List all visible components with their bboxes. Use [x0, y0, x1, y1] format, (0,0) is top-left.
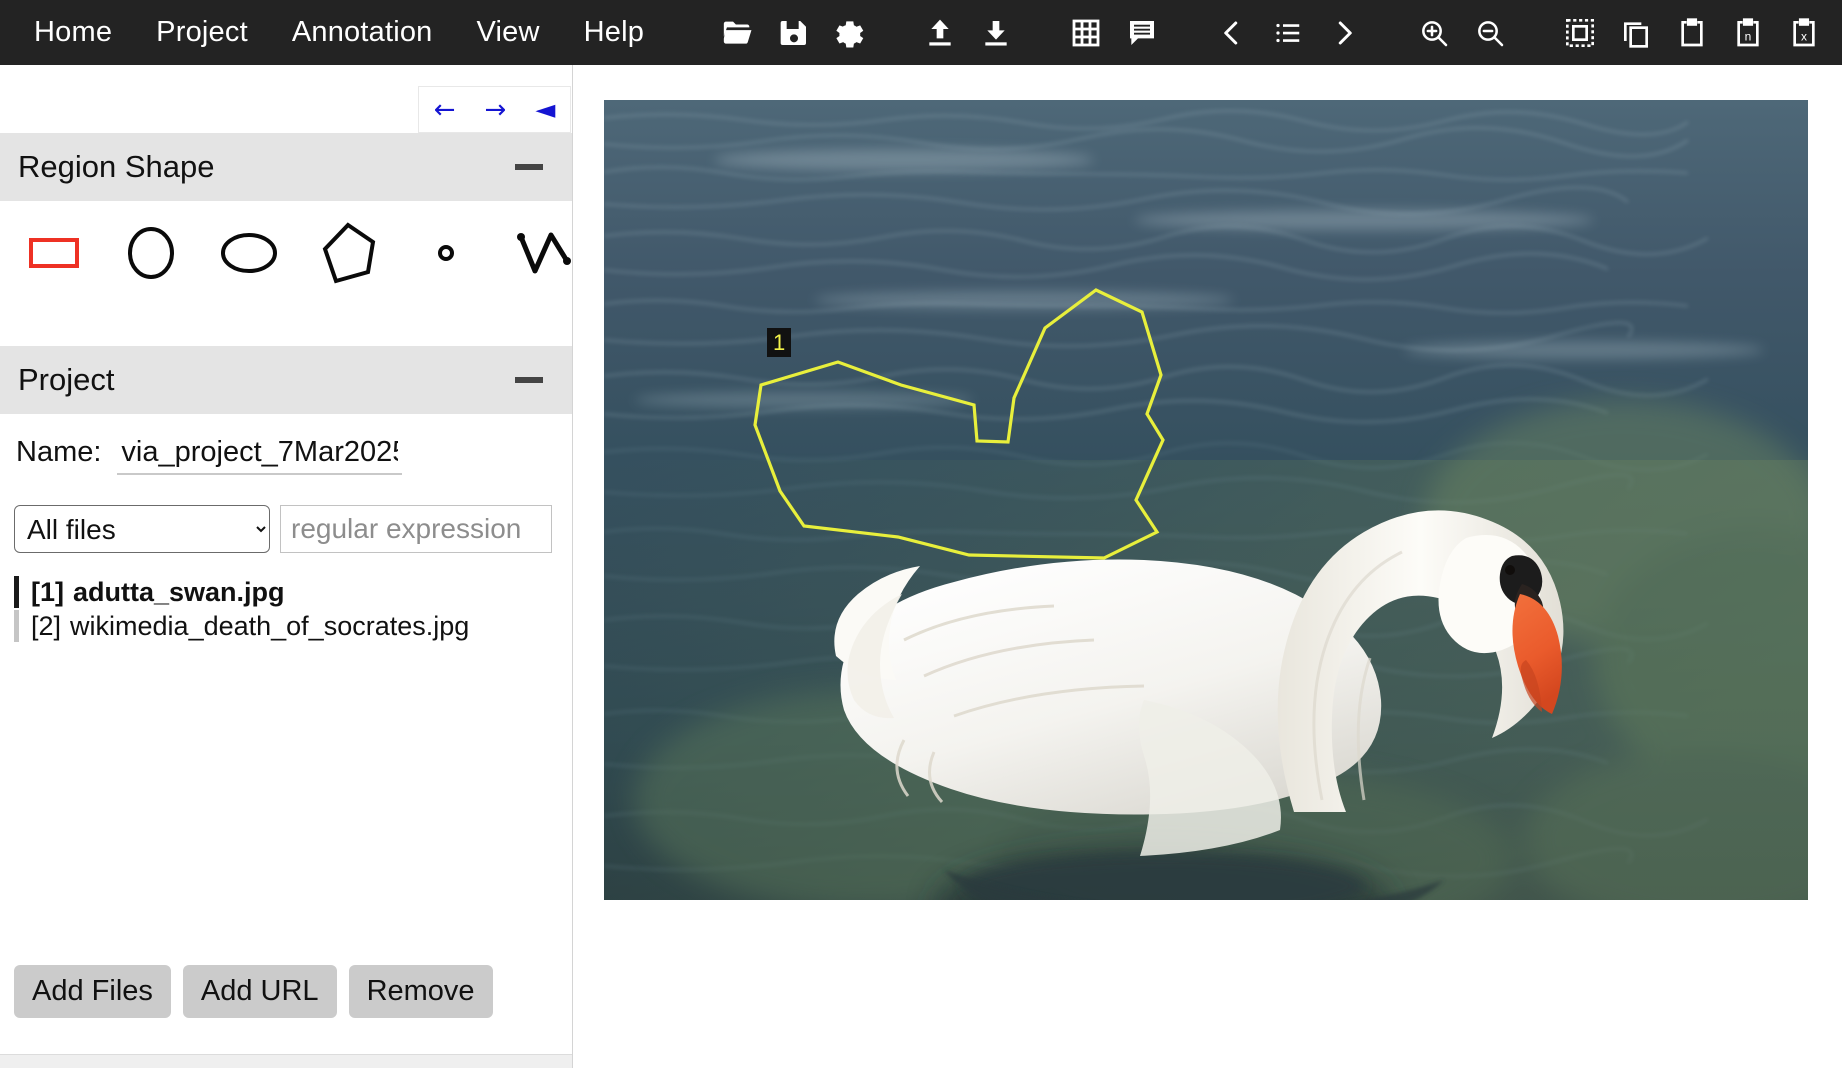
project-name-label: Name:: [16, 436, 102, 468]
upload-icon[interactable]: [912, 0, 968, 65]
region-shape-header[interactable]: Region Shape: [0, 133, 572, 201]
list-item[interactable]: [1] adutta_swan.jpg: [14, 575, 572, 609]
region-label-1: 1: [767, 328, 792, 358]
shape-tool-polyline[interactable]: [515, 222, 572, 284]
region-polygon-1[interactable]: [753, 288, 1165, 560]
top-menubar: Home Project Annotation View Help n x: [0, 0, 1842, 65]
file-name-label: wikimedia_death_of_socrates.jpg: [70, 610, 470, 641]
region-shape-title: Region Shape: [18, 149, 215, 184]
copy-icon[interactable]: [1608, 0, 1664, 65]
shape-tool-point[interactable]: [418, 222, 473, 284]
shape-tool-ellipse[interactable]: [220, 222, 278, 284]
toolbar-zoom-group: [1406, 0, 1518, 65]
annotated-image[interactable]: 1: [604, 100, 1808, 900]
zoom-out-icon[interactable]: [1462, 0, 1518, 65]
svg-text:x: x: [1801, 29, 1807, 43]
region-overlay[interactable]: [604, 100, 1808, 900]
region-shape-panel: Region Shape: [0, 133, 572, 306]
image-canvas-area: 1: [574, 65, 1842, 1068]
left-sidebar: ← → ◄ Region Shape Project Name: via_pro…: [0, 65, 573, 1068]
project-file-list: [1] adutta_swan.jpg [2] wikimedia_death_…: [0, 575, 572, 643]
save-icon[interactable]: [766, 0, 822, 65]
list-icon[interactable]: [1260, 0, 1316, 65]
region-shape-tools: [0, 201, 572, 306]
toolbar-region-group: n x: [1552, 0, 1832, 65]
file-index: [2]: [31, 610, 62, 641]
shape-tool-polygon[interactable]: [320, 222, 376, 284]
clipboard-x-icon[interactable]: x: [1776, 0, 1832, 65]
project-body: Name: All files [1]: [0, 414, 572, 643]
nav-prev-arrow[interactable]: ←: [428, 95, 462, 125]
file-filter-select[interactable]: All files: [14, 505, 270, 553]
project-panel: Project Name: All files: [0, 346, 572, 643]
file-selected-marker: [14, 610, 19, 642]
project-collapse-icon[interactable]: [515, 377, 543, 383]
sidebar-content: ← → ◄ Region Shape Project Name: via_pro…: [0, 65, 572, 1050]
toolbar-io-group: [912, 0, 1024, 65]
file-name-label: adutta_swan.jpg: [73, 576, 285, 607]
shape-tool-rect[interactable]: [26, 222, 81, 284]
svg-text:n: n: [1745, 29, 1752, 43]
project-header[interactable]: Project: [0, 346, 572, 414]
download-icon[interactable]: [968, 0, 1024, 65]
add-files-button[interactable]: Add Files: [14, 965, 171, 1018]
sidebar-horizontal-scrollbar[interactable]: [0, 1054, 572, 1068]
toolbar-nav-group: [1204, 0, 1372, 65]
select-all-icon[interactable]: [1552, 0, 1608, 65]
project-action-buttons: Add Files Add URL Remove: [14, 965, 493, 1018]
grid-icon[interactable]: [1058, 0, 1114, 65]
paste-icon[interactable]: [1664, 0, 1720, 65]
menu-project[interactable]: Project: [134, 0, 270, 65]
chevron-right-icon[interactable]: [1316, 0, 1372, 65]
menu-help[interactable]: Help: [562, 0, 666, 65]
gear-icon[interactable]: [822, 0, 878, 65]
chevron-left-icon[interactable]: [1204, 0, 1260, 65]
menu-annotation[interactable]: Annotation: [270, 0, 455, 65]
zoom-in-icon[interactable]: [1406, 0, 1462, 65]
file-index: [1]: [31, 576, 64, 607]
file-selected-marker: [14, 576, 19, 608]
nav-next-arrow[interactable]: →: [478, 95, 512, 125]
remove-button[interactable]: Remove: [348, 965, 493, 1018]
shape-tool-circle[interactable]: [123, 222, 178, 284]
via-application: Home Project Annotation View Help n x ← …: [0, 0, 1842, 1068]
clipboard-n-icon[interactable]: n: [1720, 0, 1776, 65]
region-shape-collapse-icon[interactable]: [515, 164, 543, 170]
regex-filter-input[interactable]: [280, 505, 552, 553]
sidebar-nav-arrows: ← → ◄: [418, 86, 571, 133]
list-item[interactable]: [2] wikimedia_death_of_socrates.jpg: [14, 609, 572, 643]
comment-icon[interactable]: [1114, 0, 1170, 65]
project-name-row: Name:: [0, 414, 572, 483]
folder-open-icon[interactable]: [710, 0, 766, 65]
nav-collapse-arrow[interactable]: ◄: [529, 95, 561, 125]
add-url-button[interactable]: Add URL: [182, 965, 337, 1018]
toolbar-project-group: [710, 0, 878, 65]
project-name-input[interactable]: [117, 436, 403, 475]
menu-view[interactable]: View: [455, 0, 562, 65]
file-filter-row: All files: [0, 483, 572, 553]
toolbar-view-group: [1058, 0, 1170, 65]
project-title: Project: [18, 362, 115, 397]
menu-home[interactable]: Home: [12, 0, 134, 65]
